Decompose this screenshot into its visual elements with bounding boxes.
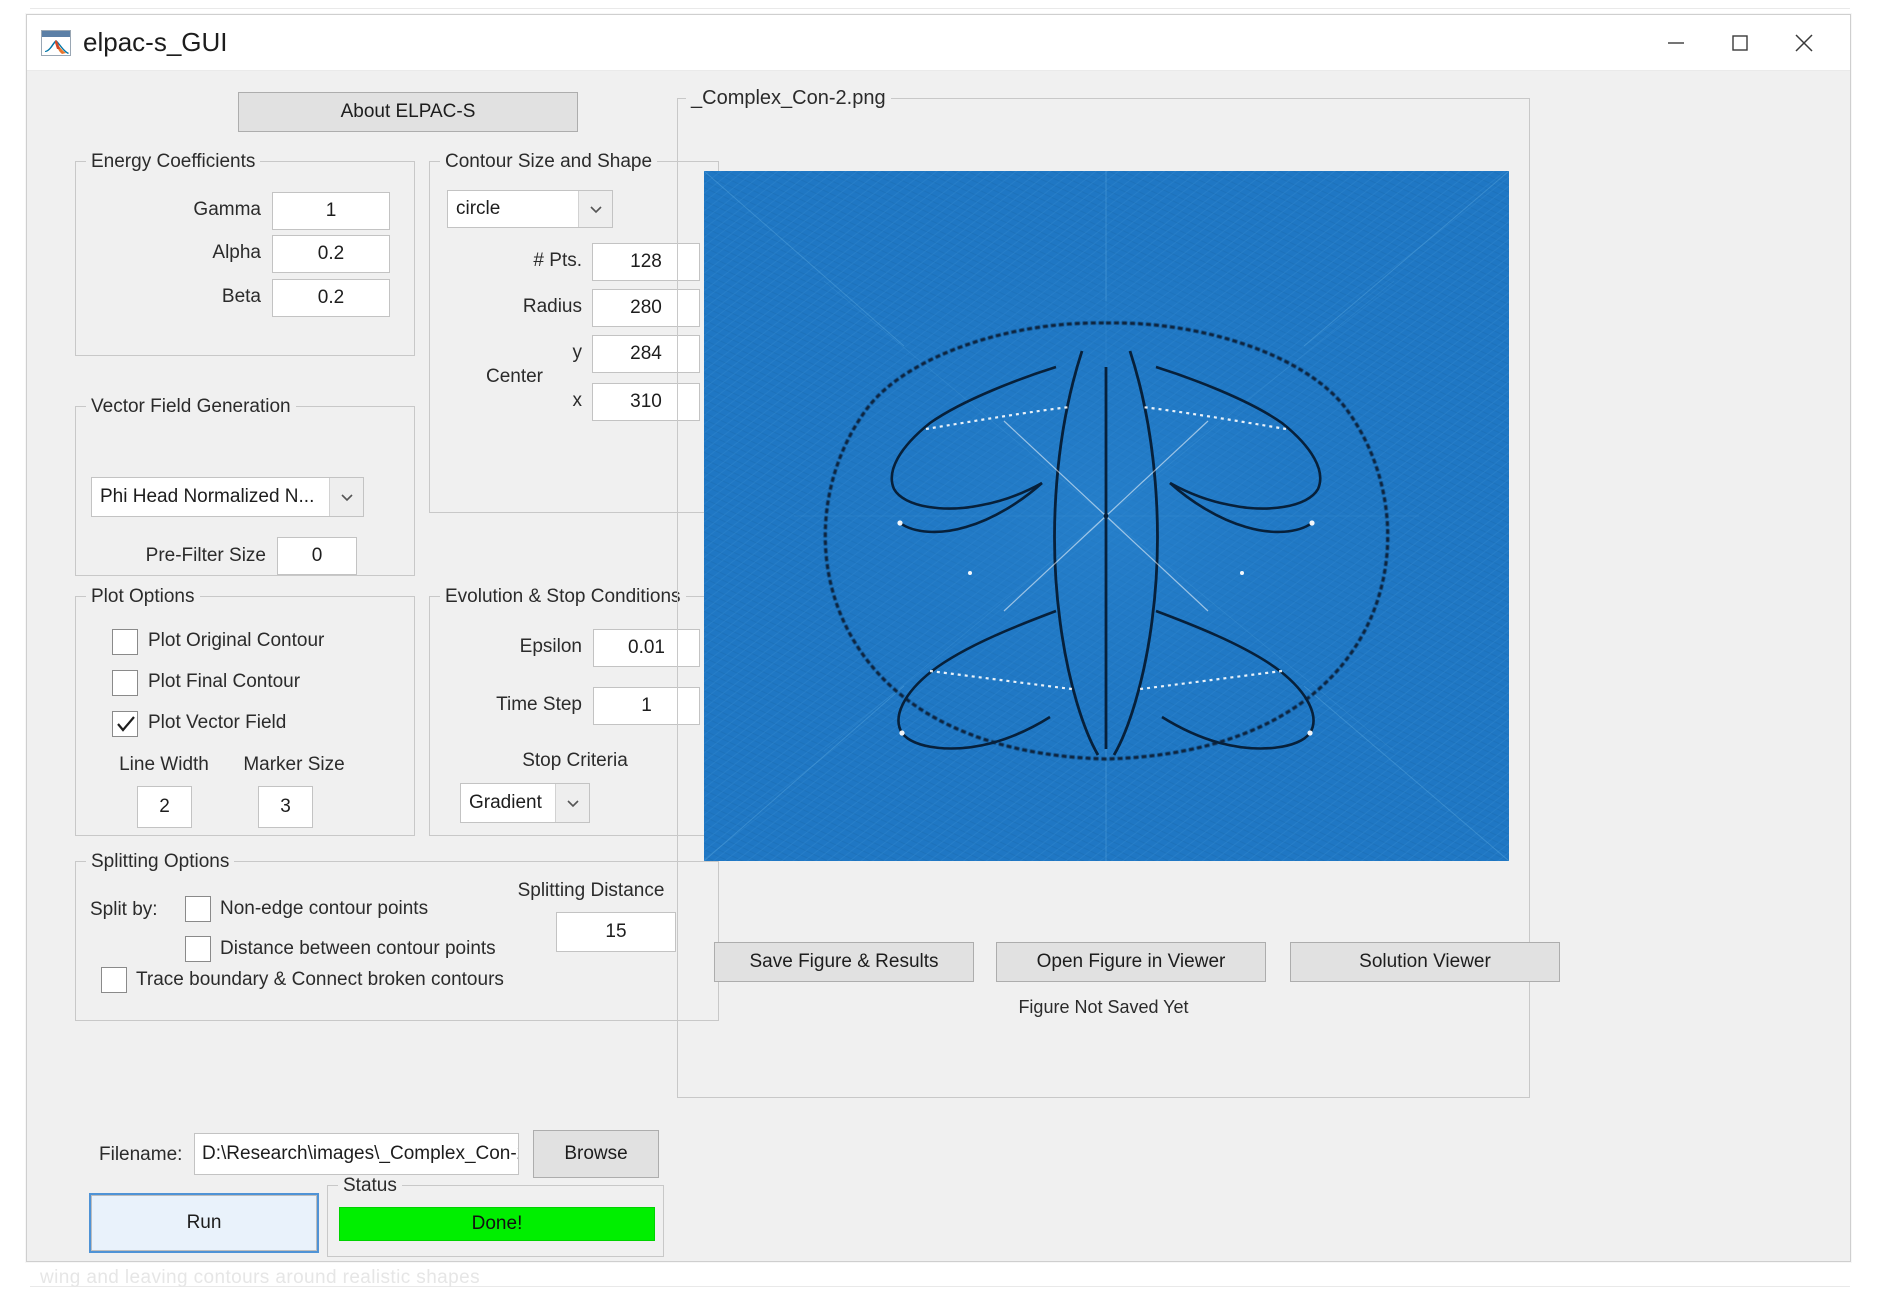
label-num-pts: # Pts. — [430, 250, 582, 272]
panel-figure: _Complex_Con-2.png — [677, 98, 1530, 1098]
input-splitting-distance[interactable]: 15 — [556, 912, 676, 952]
dropdown-stop-criteria-value: Gradient — [461, 792, 555, 814]
label-splitting-distance: Splitting Distance — [476, 880, 706, 902]
panel-energy-coefficients: Energy Coefficients Gamma 1 Alpha 0.2 Be… — [75, 161, 415, 356]
checkbox-plot-final-contour[interactable] — [112, 670, 138, 696]
label-center-y: y — [430, 342, 582, 364]
input-beta[interactable]: 0.2 — [272, 279, 390, 317]
maximize-icon[interactable] — [1708, 15, 1772, 71]
panel-title-vector-field-generation: Vector Field Generation — [86, 396, 296, 418]
app-window: elpac-s_GUI About ELPAC-S Energy Coeffic… — [26, 14, 1851, 1262]
screen: wing and leaving contours around realist… — [0, 0, 1880, 1295]
input-line-width[interactable]: 2 — [137, 786, 192, 828]
input-pre-filter-size[interactable]: 0 — [277, 537, 357, 575]
label-filename: Filename: — [99, 1144, 182, 1166]
label-center-x: x — [430, 390, 582, 412]
input-filename[interactable]: D:\Research\images\_Complex_Con-2 — [194, 1133, 519, 1175]
label-pre-filter-size: Pre-Filter Size — [76, 545, 266, 567]
open-figure-in-viewer-button[interactable]: Open Figure in Viewer — [996, 942, 1266, 982]
panel-title-status: Status — [338, 1175, 402, 1197]
panel-plot-options: Plot Options Plot Original Contour Plot … — [75, 596, 415, 836]
panel-evolution-stop-conditions: Evolution & Stop Conditions Epsilon 0.01… — [429, 596, 719, 836]
figure-axes[interactable] — [704, 171, 1509, 861]
panel-contour-size-and-shape: Contour Size and Shape circle # Pts. 128… — [429, 161, 719, 513]
figure-save-note: Figure Not Saved Yet — [678, 997, 1529, 1018]
background-ghost-text: wing and leaving contours around realist… — [40, 1267, 480, 1289]
label-beta: Beta — [86, 286, 261, 308]
label-alpha: Alpha — [86, 242, 261, 264]
chevron-down-icon — [555, 784, 589, 822]
minimize-icon[interactable] — [1644, 15, 1708, 71]
label-non-edge-contour-points: Non-edge contour points — [220, 898, 428, 920]
label-marker-size: Marker Size — [214, 754, 374, 776]
dropdown-vector-field-method[interactable]: Phi Head Normalized N... — [91, 477, 364, 517]
dropdown-contour-shape[interactable]: circle — [447, 190, 613, 228]
matlab-icon — [41, 30, 71, 56]
checkbox-plot-vector-field[interactable] — [112, 711, 138, 737]
label-gamma: Gamma — [86, 199, 261, 221]
solution-viewer-button[interactable]: Solution Viewer — [1290, 942, 1560, 982]
figure-title: _Complex_Con-2.png — [686, 87, 891, 110]
title-bar: elpac-s_GUI — [27, 15, 1850, 71]
panel-status: Status Done! — [327, 1185, 664, 1257]
about-elpac-s-button[interactable]: About ELPAC-S — [238, 92, 578, 132]
panel-title-evolution-stop-conditions: Evolution & Stop Conditions — [440, 586, 686, 608]
window-controls — [1644, 15, 1850, 71]
window-title: elpac-s_GUI — [83, 27, 228, 58]
checkbox-plot-original-contour[interactable] — [112, 629, 138, 655]
label-stop-criteria: Stop Criteria — [460, 750, 690, 772]
label-distance-between-contour-points: Distance between contour points — [220, 938, 496, 960]
browse-button[interactable]: Browse — [533, 1130, 659, 1178]
input-alpha[interactable]: 0.2 — [272, 235, 390, 273]
checkbox-distance-between-contour-points[interactable] — [185, 936, 211, 962]
label-plot-original-contour: Plot Original Contour — [148, 630, 324, 652]
chevron-down-icon — [329, 478, 363, 516]
label-time-step: Time Step — [430, 694, 582, 716]
label-trace-boundary-connect-broken-contours: Trace boundary & Connect broken contours — [136, 969, 504, 991]
dropdown-stop-criteria[interactable]: Gradient — [460, 783, 590, 823]
panel-title-contour-size-and-shape: Contour Size and Shape — [440, 151, 657, 173]
close-icon[interactable] — [1772, 15, 1836, 71]
panel-title-energy-coefficients: Energy Coefficients — [86, 151, 260, 173]
input-gamma[interactable]: 1 — [272, 192, 390, 230]
run-button[interactable]: Run — [91, 1195, 317, 1251]
input-marker-size[interactable]: 3 — [258, 786, 313, 828]
save-figure-results-button[interactable]: Save Figure & Results — [714, 942, 974, 982]
label-center: Center — [430, 366, 543, 388]
label-plot-vector-field: Plot Vector Field — [148, 712, 286, 734]
checkbox-non-edge-contour-points[interactable] — [185, 896, 211, 922]
label-line-width: Line Width — [94, 754, 234, 776]
client-area: About ELPAC-S Energy Coefficients Gamma … — [27, 71, 1850, 1261]
label-plot-final-contour: Plot Final Contour — [148, 671, 300, 693]
panel-title-splitting-options: Splitting Options — [86, 851, 234, 873]
vector-field-plot — [704, 171, 1509, 861]
checkbox-trace-boundary-connect-broken-contours[interactable] — [101, 967, 127, 993]
label-epsilon: Epsilon — [430, 636, 582, 658]
panel-vector-field-generation: Vector Field Generation Phi Head Normali… — [75, 406, 415, 576]
status-badge: Done! — [339, 1207, 655, 1241]
label-split-by: Split by: — [90, 899, 158, 921]
dropdown-contour-shape-value: circle — [448, 198, 578, 220]
panel-splitting-options: Splitting Options Split by: Non-edge con… — [75, 861, 719, 1021]
chevron-down-icon — [578, 191, 612, 227]
panel-title-plot-options: Plot Options — [86, 586, 200, 608]
label-radius: Radius — [430, 296, 582, 318]
dropdown-vector-field-method-value: Phi Head Normalized N... — [92, 486, 329, 508]
